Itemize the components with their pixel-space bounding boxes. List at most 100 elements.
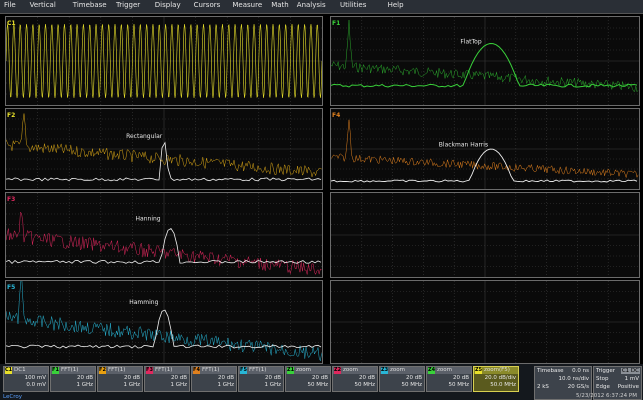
timebase-samples: 2 kS [537,384,549,390]
channel-descriptor-header: Z4 zoom [427,367,471,374]
menu-bar: File Vertical Timebase Trigger Display Cursor… [0,0,643,14]
menu-item-measure[interactable]: Measure [232,1,262,9]
channel-scale: 100 mV [24,375,46,381]
channel-offset: 50 MHz [307,382,328,388]
panel-empty-right-middle[interactable] [330,192,640,278]
trace-label: F5 [7,284,16,291]
channel-scale: 20 dB [264,375,281,381]
channel-scale: 20 dB [123,375,140,381]
menu-item-trigger[interactable]: Trigger [116,1,140,9]
channel-descriptor-header: Z1 zoom [286,367,330,374]
channel-name: zoom [390,367,405,373]
window-annotation: FlatTop [460,38,481,45]
channel-name: zoom [343,367,358,373]
channel-number: Z4 [428,367,436,374]
graticule: Hanning [6,193,322,277]
panel-f3-hanning[interactable]: Hanning F3 [5,192,323,278]
channel-scale: 20.0 dB/div [484,375,516,381]
panel-empty-right-bottom[interactable] [330,280,640,364]
panel-c1-time-domain[interactable]: C1 [5,16,323,106]
timebase-rate: 20 GS/s [567,384,589,390]
menu-item-display[interactable]: Display [155,1,181,9]
menu-item-utilities[interactable]: Utilities [340,1,366,9]
channel-name: FFT(1) [61,367,79,373]
timebase-offset: 0.0 ns [572,368,589,374]
channel-number: F2 [99,367,106,374]
channel-scale: 20 dB [405,375,422,381]
channel-number: Z1 [287,367,295,374]
trigger-title: Trigger [596,368,615,374]
channel-name: DC1 [14,367,26,373]
channel-descriptor-header: F3 FFT(1) [145,367,189,374]
channel-name: FFT(1) [249,367,267,373]
panel-f5-hamming[interactable]: Hamming F5 [5,280,323,364]
window-annotation: Rectangular [126,133,163,140]
f1-spectrum-trace [331,19,639,93]
channel-number: Z2 [334,367,342,374]
channel-scale: 20 dB [452,375,469,381]
channel-descriptor-f5[interactable]: F5 FFT(1) 20 dB 1 GHz [238,366,284,392]
menu-item-vertical[interactable]: Vertical [30,1,56,9]
trace-label: F1 [332,20,341,27]
graticule: FlatTop [331,17,639,105]
menu-item-timebase[interactable]: Timebase [73,1,107,9]
trace-label: F3 [7,196,16,203]
window-annotation: Blackman Harris [439,142,488,149]
datetime: 5/23/2012 6:37:24 PM [576,393,637,399]
channel-number: F4 [193,367,200,374]
channel-offset: 50 MHz [448,382,469,388]
trigger-type: Edge [596,384,610,390]
graticule [331,281,639,363]
channel-scale: 20 dB [170,375,187,381]
channel-descriptor-z1[interactable]: Z1 zoom 20 dB 50 MHz [285,366,331,392]
graticule [6,17,322,105]
trigger-level: 1 mV [624,376,639,382]
panel-f2-rectangular[interactable]: Rectangular F2 [5,108,323,190]
channel-number: C1 [5,367,13,374]
channel-scale: 20 dB [358,375,375,381]
timebase-div: 10.0 ns/div [558,376,589,382]
trigger-slope: Positive [617,384,639,390]
trigger-mode: Stop [596,376,609,382]
channel-descriptor-z5[interactable]: Z5 zoom(F5) 20.0 dB/div 50.0 MHz [473,366,519,392]
channel-number: F1 [52,367,59,374]
channel-offset: 1 GHz [76,382,93,388]
channel-name: FFT(1) [155,367,173,373]
channel-descriptor-header: F1 FFT(1) [51,367,95,374]
channel-offset: 1 GHz [217,382,234,388]
channel-number: F5 [240,367,247,374]
channel-scale: 20 dB [217,375,234,381]
graticule [331,193,639,277]
menu-item-help[interactable]: Help [388,1,404,9]
panel-f1-flattop[interactable]: FlatTop F1 [330,16,640,106]
channel-descriptor-z4[interactable]: Z4 zoom 20 dB 50 MHz [426,366,472,392]
menu-item-file[interactable]: File [4,1,16,9]
channel-descriptor-c1[interactable]: C1 DC1 100 mV 0.0 mV [3,366,49,392]
channel-descriptor-f4[interactable]: F4 FFT(1) 20 dB 1 GHz [191,366,237,392]
channel-descriptor-z2[interactable]: Z2 zoom 20 dB 50 MHz [332,366,378,392]
menu-item-analysis[interactable]: Analysis [297,1,326,9]
menu-item-cursors[interactable]: Cursors [194,1,221,9]
f3-window-trace [6,227,322,264]
channel-descriptor-header: Z5 zoom(F5) [474,367,518,374]
timebase-title: Timebase [537,368,564,374]
channel-name: zoom [296,367,311,373]
panel-f4-blackman-harris[interactable]: Blackman Harris F4 [330,108,640,190]
trace-label: F4 [332,112,341,119]
channel-offset: 1 GHz [123,382,140,388]
channel-descriptor-header: F4 FFT(1) [192,367,236,374]
brand-logo: LeCroy [3,394,22,400]
graticule: Rectangular [6,109,322,189]
channel-scale: 20 dB [76,375,93,381]
channel-descriptor-f3[interactable]: F3 FFT(1) 20 dB 1 GHz [144,366,190,392]
menu-item-math[interactable]: Math [271,1,289,9]
trace-label: C1 [7,20,16,27]
channel-descriptor-header: C1 DC1 [4,367,48,374]
channel-scale: 20 dB [311,375,328,381]
channel-descriptor-f1[interactable]: F1 FFT(1) 20 dB 1 GHz [50,366,96,392]
channel-descriptor-z3[interactable]: Z3 zoom 20 dB 50 MHz [379,366,425,392]
channel-descriptor-header: F2 FFT(1) [98,367,142,374]
channel-offset: 0.0 mV [26,382,46,388]
channel-offset: 50 MHz [354,382,375,388]
channel-descriptor-f2[interactable]: F2 FFT(1) 20 dB 1 GHz [97,366,143,392]
